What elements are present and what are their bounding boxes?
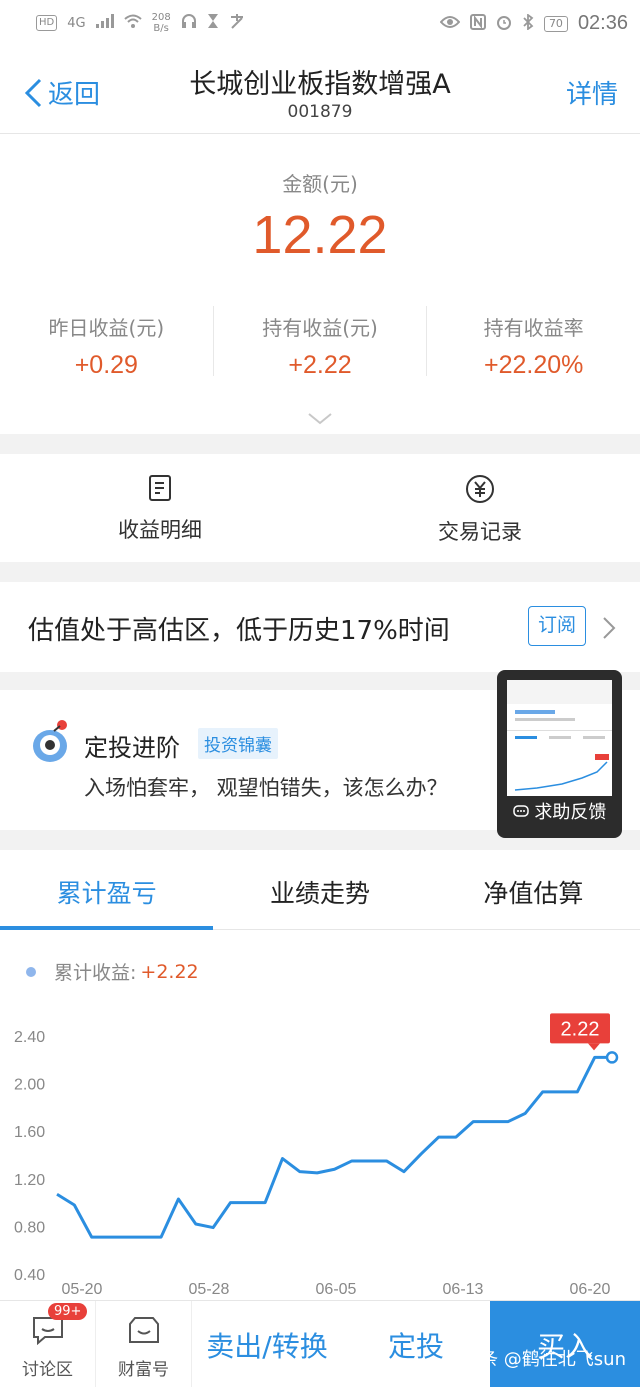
fixed-invest-button[interactable]: 定投	[342, 1301, 490, 1387]
stat-label: 昨日收益(元)	[48, 316, 165, 340]
back-button[interactable]: 返回	[24, 74, 100, 111]
end-label-pointer	[588, 1043, 600, 1051]
alipay-icon	[229, 13, 245, 33]
bottom-bar: 99+ 讨论区 财富号 卖出/转换 定投 买入 头条 @鹤往北飞sun	[0, 1300, 640, 1387]
wealth-button[interactable]: 财富号	[96, 1301, 192, 1387]
notification-badge: 99+	[48, 1303, 88, 1320]
chart-tabs: 累计盈亏 业绩走势 净值估算	[0, 850, 640, 930]
discuss-button[interactable]: 99+ 讨论区	[0, 1301, 96, 1387]
fund-code: 001879	[287, 102, 353, 122]
stat-label: 持有收益(元)	[262, 316, 378, 340]
bluetooth-icon	[522, 12, 534, 34]
expand-chevron-down-icon[interactable]	[308, 410, 332, 429]
valuation-text: 估值处于高估区，低于历史17%时间	[28, 616, 450, 646]
x-tick-label: 06-13	[443, 1281, 484, 1298]
trade-record-button[interactable]: 交易记录	[320, 454, 640, 562]
wealth-label: 财富号	[118, 1360, 169, 1380]
eye-icon	[439, 15, 461, 33]
headset-icon	[181, 13, 197, 33]
stat-yesterday: 昨日收益(元) +0.29	[0, 306, 214, 379]
battery-indicator: 70	[543, 15, 568, 32]
alarm-icon	[496, 14, 512, 34]
action-label: 收益明细	[118, 518, 202, 542]
stat-value: +2.22	[288, 351, 352, 379]
end-label-text: 2.22	[561, 1018, 600, 1040]
legend-value: +2.22	[140, 960, 199, 983]
y-tick-label: 2.40	[14, 1029, 45, 1046]
series-line	[56, 1055, 612, 1239]
feedback-label: 求助反馈	[497, 798, 622, 824]
stat-value: +0.29	[74, 351, 138, 379]
stat-holding-profit: 持有收益(元) +2.22	[214, 306, 428, 379]
mascot-icon	[30, 718, 70, 768]
invest-tag: 投资锦囊	[198, 728, 278, 759]
end-point-marker	[605, 1051, 619, 1064]
watermark: 头条 @鹤往北飞sun	[462, 1349, 626, 1370]
signal-icon	[95, 14, 114, 32]
amount-value: 12.22	[252, 205, 388, 265]
y-tick-label: 0.80	[14, 1219, 45, 1236]
line-chart: 2.40 2.00 1.60 1.20 0.80 0.40 05-20 05-28 06-05 0…	[14, 1013, 619, 1298]
profit-detail-button[interactable]: 收益明细	[0, 454, 320, 562]
status-bar: HD 4G 208 B/s 70 02:36	[0, 0, 640, 48]
shop-icon	[128, 1317, 159, 1343]
discuss-label: 讨论区	[22, 1360, 73, 1380]
y-tick-label: 0.40	[14, 1267, 45, 1284]
x-tick-label: 05-20	[62, 1281, 103, 1298]
y-tick-label: 1.20	[14, 1172, 45, 1189]
y-tick-label: 2.00	[14, 1077, 45, 1094]
chevron-right-icon	[602, 616, 616, 644]
chevron-left-icon	[24, 78, 42, 107]
tab-performance[interactable]: 业绩走势	[213, 850, 426, 929]
y-tick-label: 1.60	[14, 1124, 45, 1141]
legend-label: 累计收益:	[54, 962, 137, 984]
chat-bubble-icon	[512, 805, 529, 817]
action-row: 收益明细 交易记录	[0, 454, 640, 562]
legend-dot	[26, 966, 36, 977]
x-tick-label: 05-28	[189, 1281, 230, 1298]
yen-circle-icon	[466, 475, 494, 503]
chart-legend: 累计收益: +2.22	[26, 958, 199, 985]
x-tick-label: 06-20	[570, 1281, 611, 1298]
screenshot-thumbnail	[507, 680, 612, 796]
amount-label: 金额(元)	[282, 172, 358, 196]
navigation-bar: 返回 长城创业板指数增强A 001879 详情	[0, 48, 640, 134]
stat-value: +22.20%	[483, 351, 584, 379]
holdings-summary: 金额(元) 12.22 昨日收益(元) +0.29 持有收益(元) +2.22 …	[0, 134, 640, 434]
tab-nav-estimate[interactable]: 净值估算	[427, 850, 640, 929]
sell-convert-button[interactable]: 卖出/转换	[192, 1301, 342, 1387]
subscribe-button[interactable]: 订阅	[528, 606, 586, 646]
stat-holding-rate: 持有收益率 +22.20%	[427, 306, 640, 379]
invest-title: 定投进阶	[84, 734, 180, 762]
stats-row: 昨日收益(元) +0.29 持有收益(元) +2.22 持有收益率 +22.20…	[0, 306, 640, 379]
clock: 02:36	[577, 12, 628, 34]
valuation-banner[interactable]: 估值处于高估区，低于历史17%时间 订阅	[0, 582, 640, 672]
network-speed: 208 B/s	[151, 12, 171, 34]
profit-chart: 2.40 2.00 1.60 1.20 0.80 0.40 05-20 05-28 06-05 0…	[0, 930, 640, 1300]
x-tick-label: 06-05	[316, 1281, 357, 1298]
document-icon	[149, 475, 171, 501]
hd-indicator: HD	[36, 15, 58, 31]
nfc-icon	[469, 13, 486, 34]
hourglass-icon	[207, 13, 219, 33]
detail-button[interactable]: 详情	[566, 74, 618, 111]
invest-subtitle: 入场怕套牢， 观望怕错失，该怎么办？	[84, 776, 448, 800]
wifi-icon	[123, 14, 142, 32]
feedback-widget[interactable]: 求助反馈	[497, 670, 622, 838]
action-label: 交易记录	[438, 520, 522, 544]
back-label: 返回	[48, 80, 101, 110]
tab-cumulative-profit[interactable]: 累计盈亏	[0, 850, 214, 930]
stat-label: 持有收益率	[483, 316, 584, 340]
page-title: 长城创业板指数增强A	[189, 69, 451, 100]
buy-button[interactable]: 买入	[490, 1301, 640, 1387]
network-indicator: 4G	[67, 15, 86, 31]
